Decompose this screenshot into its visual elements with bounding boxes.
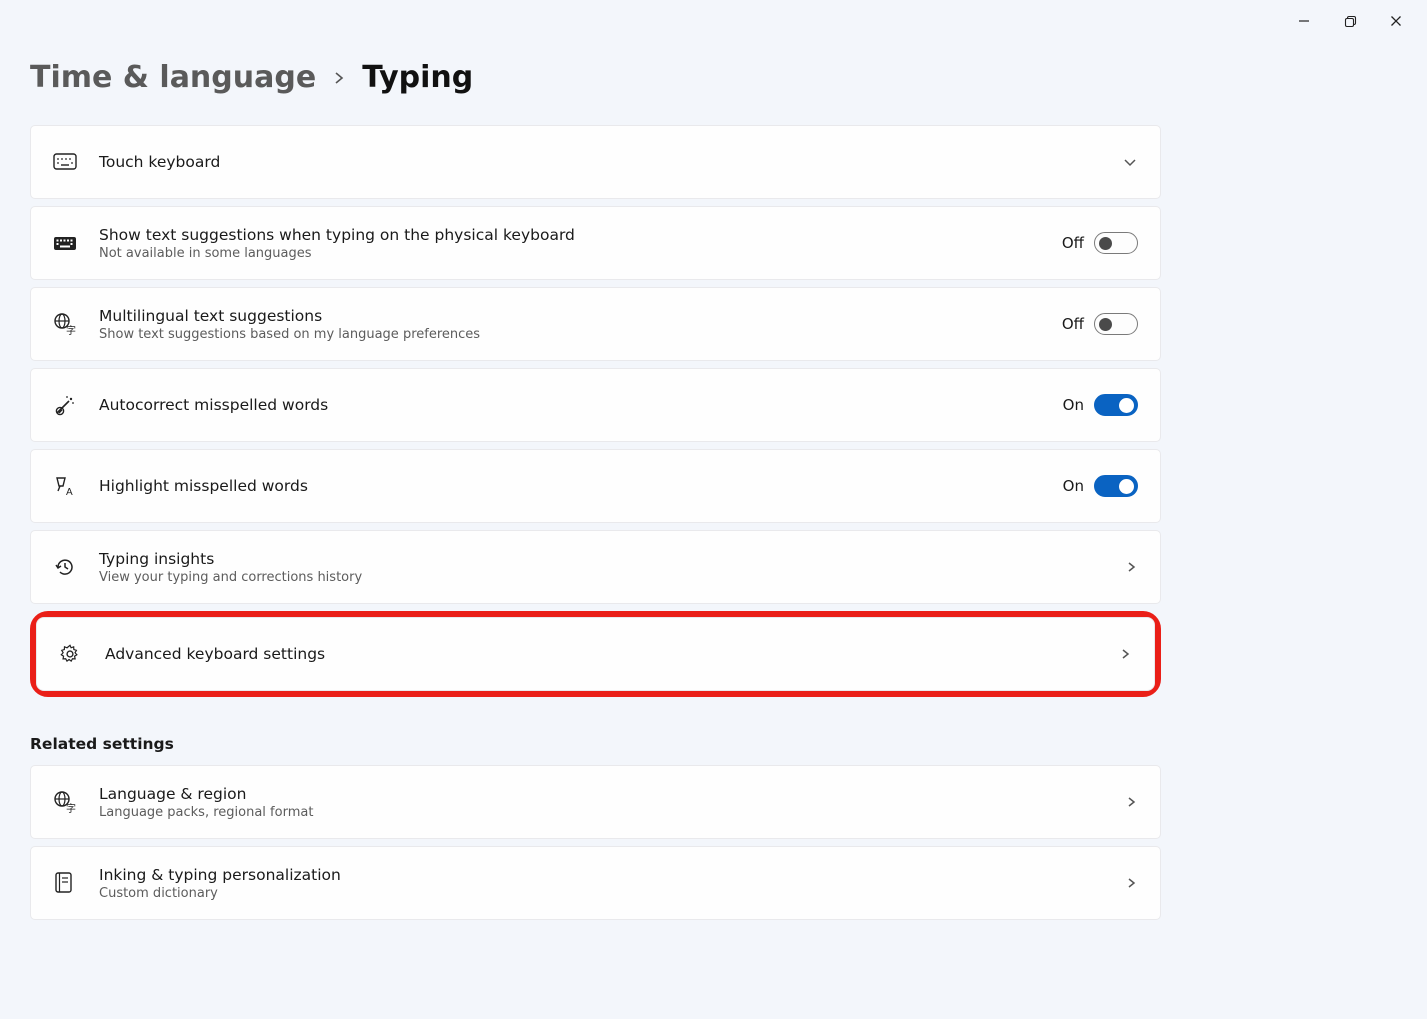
language-region-subtitle: Language packs, regional format <box>99 805 1124 820</box>
history-clock-icon <box>53 555 99 579</box>
typing-insights-link[interactable]: Typing insights View your typing and cor… <box>30 530 1161 604</box>
advanced-keyboard-label: Advanced keyboard settings <box>105 645 1118 663</box>
multilingual-state: Off <box>1062 315 1084 333</box>
chevron-right-icon <box>1124 795 1138 809</box>
highlight-misspelled-toggle[interactable] <box>1094 475 1138 497</box>
language-region-link[interactable]: 字 Language & region Language packs, regi… <box>30 765 1161 839</box>
minimize-button[interactable] <box>1281 6 1327 36</box>
svg-text:A: A <box>66 487 73 498</box>
maximize-icon <box>1344 15 1357 28</box>
language-region-label: Language & region <box>99 785 1124 803</box>
inking-personalization-link[interactable]: Inking & typing personalization Custom d… <box>30 846 1161 920</box>
typing-insights-label: Typing insights <box>99 550 1124 568</box>
highlight-text-icon: A <box>53 474 99 498</box>
page-title: Typing <box>362 60 473 95</box>
physical-suggestions-toggle[interactable] <box>1094 232 1138 254</box>
window-controls <box>1281 0 1427 36</box>
chevron-right-icon <box>1118 647 1132 661</box>
multilingual-label: Multilingual text suggestions <box>99 307 1062 325</box>
multilingual-row: 字 Multilingual text suggestions Show tex… <box>30 287 1161 361</box>
physical-suggestions-state: Off <box>1062 234 1084 252</box>
minimize-icon <box>1298 15 1310 27</box>
physical-suggestions-row: Show text suggestions when typing on the… <box>30 206 1161 280</box>
typing-insights-subtitle: View your typing and corrections history <box>99 570 1124 585</box>
chevron-down-icon <box>1122 154 1138 170</box>
autocorrect-label: Autocorrect misspelled words <box>99 396 1063 414</box>
breadcrumb: Time & language Typing <box>30 60 473 95</box>
touch-keyboard-expander[interactable]: Touch keyboard <box>30 125 1161 199</box>
highlight-misspelled-state: On <box>1063 477 1084 495</box>
autocorrect-toggle[interactable] <box>1094 394 1138 416</box>
autocorrect-row: Autocorrect misspelled words On <box>30 368 1161 442</box>
inking-subtitle: Custom dictionary <box>99 886 1124 901</box>
close-button[interactable] <box>1373 6 1419 36</box>
autocorrect-wand-icon <box>53 393 99 417</box>
maximize-button[interactable] <box>1327 6 1373 36</box>
physical-suggestions-label: Show text suggestions when typing on the… <box>99 226 1062 244</box>
chevron-right-icon <box>1124 560 1138 574</box>
close-icon <box>1390 15 1402 27</box>
multilingual-toggle[interactable] <box>1094 313 1138 335</box>
highlight-misspelled-label: Highlight misspelled words <box>99 477 1063 495</box>
related-settings-heading: Related settings <box>30 735 1161 753</box>
gear-icon <box>59 643 105 665</box>
inking-label: Inking & typing personalization <box>99 866 1124 884</box>
dictionary-book-icon <box>53 871 99 895</box>
advanced-keyboard-link[interactable]: Advanced keyboard settings <box>36 617 1155 691</box>
globe-character-icon: 字 <box>53 790 99 814</box>
svg-text:字: 字 <box>66 802 76 814</box>
chevron-right-icon <box>332 71 346 85</box>
settings-list: Touch keyboard Show text suggestions whe… <box>30 125 1161 927</box>
keyboard-solid-icon <box>53 234 99 252</box>
autocorrect-state: On <box>1063 396 1084 414</box>
globe-character-icon: 字 <box>53 312 99 336</box>
breadcrumb-parent[interactable]: Time & language <box>30 60 316 95</box>
highlight-annotation: Advanced keyboard settings <box>30 611 1161 697</box>
multilingual-subtitle: Show text suggestions based on my langua… <box>99 327 1062 342</box>
keyboard-outline-icon <box>53 153 99 171</box>
physical-suggestions-subtitle: Not available in some languages <box>99 246 1062 261</box>
chevron-right-icon <box>1124 876 1138 890</box>
touch-keyboard-label: Touch keyboard <box>99 153 1122 171</box>
svg-text:字: 字 <box>66 324 76 336</box>
highlight-misspelled-row: A Highlight misspelled words On <box>30 449 1161 523</box>
